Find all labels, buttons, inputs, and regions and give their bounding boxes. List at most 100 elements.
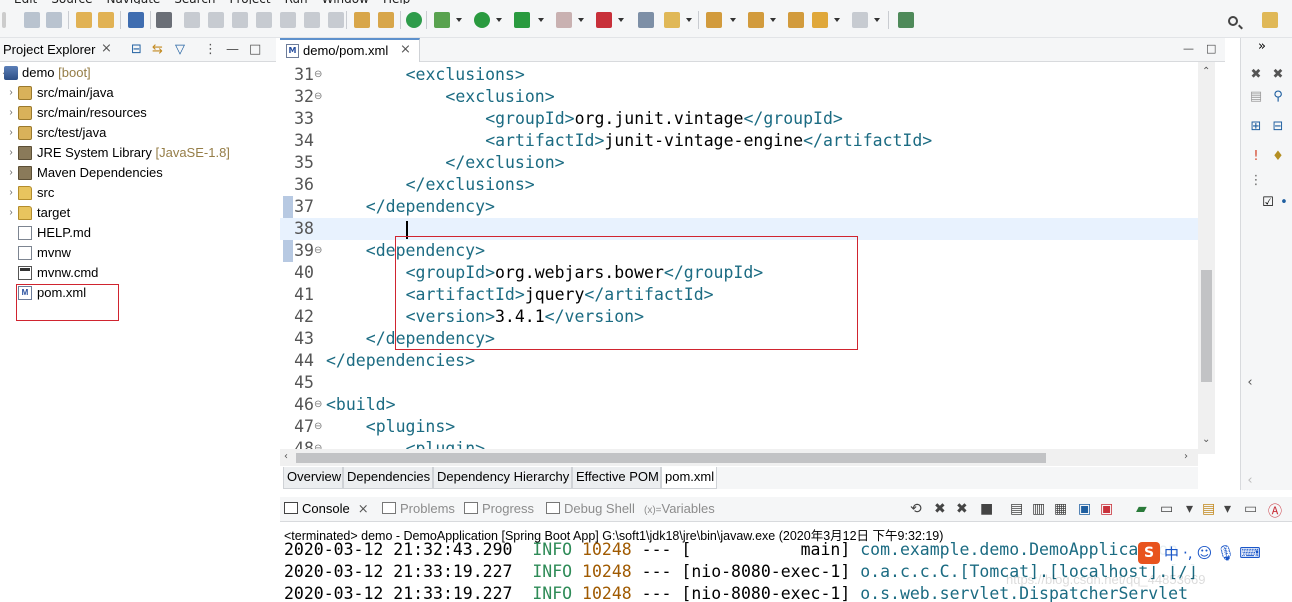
fold-toggle-icon[interactable]: ⊖ [314,240,322,262]
minimize-icon[interactable]: — [1183,42,1194,55]
link-icon[interactable]: ⚲ [1271,90,1285,104]
code-line[interactable]: 34 <artifactId>junit-vintage-engine</arti… [280,130,1198,152]
step-over-icon[interactable] [304,12,320,28]
pin-console-icon[interactable]: ▰ [1136,501,1147,517]
scroll-left-icon[interactable]: ‹ [1243,474,1257,488]
resume-icon[interactable] [184,12,200,28]
expand-arrow-icon[interactable]: › [6,103,16,123]
watch-icon[interactable]: ♦ [1271,150,1285,164]
fold-toggle-icon[interactable]: ⊖ [314,86,322,108]
expand-arrow-icon[interactable]: › [6,83,16,103]
filter-icon[interactable]: ▽ [175,42,185,57]
breakpoint-icon[interactable]: ! [1249,150,1263,164]
expand-arrow-icon[interactable]: › [6,163,16,183]
console-view-icon[interactable] [128,12,144,28]
open-console-icon[interactable]: ▤ [1202,501,1215,517]
code-line[interactable]: 31 ⊖ <exclusions> [280,64,1198,86]
view-menu-icon[interactable]: ⋮ [204,42,217,57]
editor-vertical-scrollbar[interactable]: ⌃ ⌄ [1198,62,1215,454]
close-icon[interactable]: ⨯ [101,41,112,56]
maximize-icon[interactable]: □ [1206,42,1216,55]
link-with-editor-icon[interactable]: ⇆ [152,42,163,57]
tab-debug-shell[interactable]: Debug Shell [546,501,635,516]
editor-tab[interactable]: M demo/pom.xml ⨯ [280,38,420,62]
minimize-icon[interactable]: ▭ [1244,501,1257,517]
pom-tab[interactable]: Effective POM [572,467,661,489]
pom-tab[interactable]: Dependency Hierarchy [433,467,572,489]
disconnect-icon[interactable] [256,12,272,28]
scroll-thumb[interactable] [1201,270,1212,382]
run-icon[interactable] [474,12,490,28]
code-line[interactable]: 35 </exclusion> [280,152,1198,174]
tree-item[interactable]: mvnw [0,243,276,263]
display-console-icon[interactable]: ▭ [1160,501,1173,517]
show-on-output-icon[interactable]: ▣ [1078,501,1091,517]
expand-arrow-icon[interactable]: › [6,203,16,223]
step-return-icon[interactable] [328,12,344,28]
ime-toolbar[interactable]: S 中 ·, ☺ 🎙 ⌨ [1138,540,1261,566]
pin-editor-icon[interactable] [898,12,914,28]
punctuation-icon[interactable]: ·, [1183,544,1193,562]
show-on-error-icon[interactable]: ▣ [1100,501,1113,517]
spring-boot-dashboard-icon[interactable] [406,12,422,28]
coverage-icon[interactable] [514,12,530,28]
collapse-all-icon[interactable]: ⊟ [131,42,142,57]
stop-icon[interactable] [556,12,572,28]
next-annotation-icon[interactable] [706,12,722,28]
remove-all-launches-icon[interactable]: ✖ [956,501,968,517]
word-wrap-icon[interactable]: ▦ [1054,501,1067,517]
minimize-icon[interactable]: — [226,42,239,57]
suspend-icon[interactable] [208,12,224,28]
console-dropdown-icon[interactable]: ▾ [1186,501,1193,517]
tab-progress[interactable]: Progress [464,501,534,516]
code-line[interactable]: 36 </exclusions> [280,174,1198,196]
terminate-icon[interactable]: ■ [980,501,993,517]
tab-variables[interactable]: (x)=Variables [644,501,715,516]
terminate-icon[interactable] [232,12,248,28]
step-into-icon[interactable] [280,12,296,28]
tab-problems[interactable]: Problems [382,501,455,516]
tree-item[interactable]: › src/test/java [0,123,276,143]
pin-icon[interactable]: ⟲ [910,501,922,517]
tree-item[interactable]: HELP.md [0,223,276,243]
tree-item[interactable]: ⌄demo [boot] [0,63,276,83]
code-line[interactable]: 46 ⊖ <build> [280,394,1198,416]
tree-item[interactable]: › src [0,183,276,203]
pom-tab[interactable]: pom.xml [661,467,717,489]
emoji-icon[interactable]: ☺ [1197,544,1213,562]
open-perspective-icon[interactable] [1262,12,1278,28]
tab-console[interactable]: Console ⨯ [284,501,369,517]
spring-icon[interactable]: Ⓐ [1268,501,1282,521]
expand-arrow-icon[interactable]: › [6,123,16,143]
scroll-right-icon[interactable]: › [1184,451,1188,462]
open-task-icon[interactable] [98,12,114,28]
code-line[interactable]: 37 </dependency> [280,196,1198,218]
code-line[interactable]: 45 [280,372,1198,394]
search-icon[interactable] [1228,16,1238,26]
pom-tab[interactable]: Dependencies [343,467,433,489]
deploy-icon[interactable] [664,12,680,28]
code-line[interactable]: 44 </dependencies> [280,350,1198,372]
expand-arrow-icon[interactable]: › [6,183,16,203]
save-all-icon[interactable] [46,12,62,28]
external-tools-icon[interactable] [596,12,612,28]
ime-mode[interactable]: 中 [1164,543,1179,564]
remove-all-icon[interactable]: ✖ [1271,68,1285,82]
close-icon[interactable]: ⨯ [400,42,411,57]
fold-toggle-icon[interactable]: ⊖ [314,64,322,86]
checkbox-icon[interactable]: ☑ [1261,196,1275,210]
skip-breakpoints-icon[interactable] [156,12,172,28]
scroll-left-icon[interactable]: ‹ [284,451,288,462]
remove-launch-icon[interactable]: ✖ [934,501,946,517]
keyboard-icon[interactable]: ⌨ [1239,544,1261,562]
ime-logo-icon[interactable]: S [1138,542,1160,564]
tree-item[interactable]: › src/main/resources [0,103,276,123]
scroll-lock-icon[interactable]: ▥ [1032,501,1045,517]
tree-item[interactable]: mvnw.cmd [0,263,276,283]
last-edit-location-icon[interactable] [788,12,804,28]
fold-toggle-icon[interactable]: ⊖ [314,394,322,416]
scroll-thumb[interactable] [296,453,1046,463]
code-line[interactable]: 32 ⊖ <exclusion> [280,86,1198,108]
expand-arrow-icon[interactable]: › [6,143,16,163]
new-server-icon[interactable] [638,12,654,28]
